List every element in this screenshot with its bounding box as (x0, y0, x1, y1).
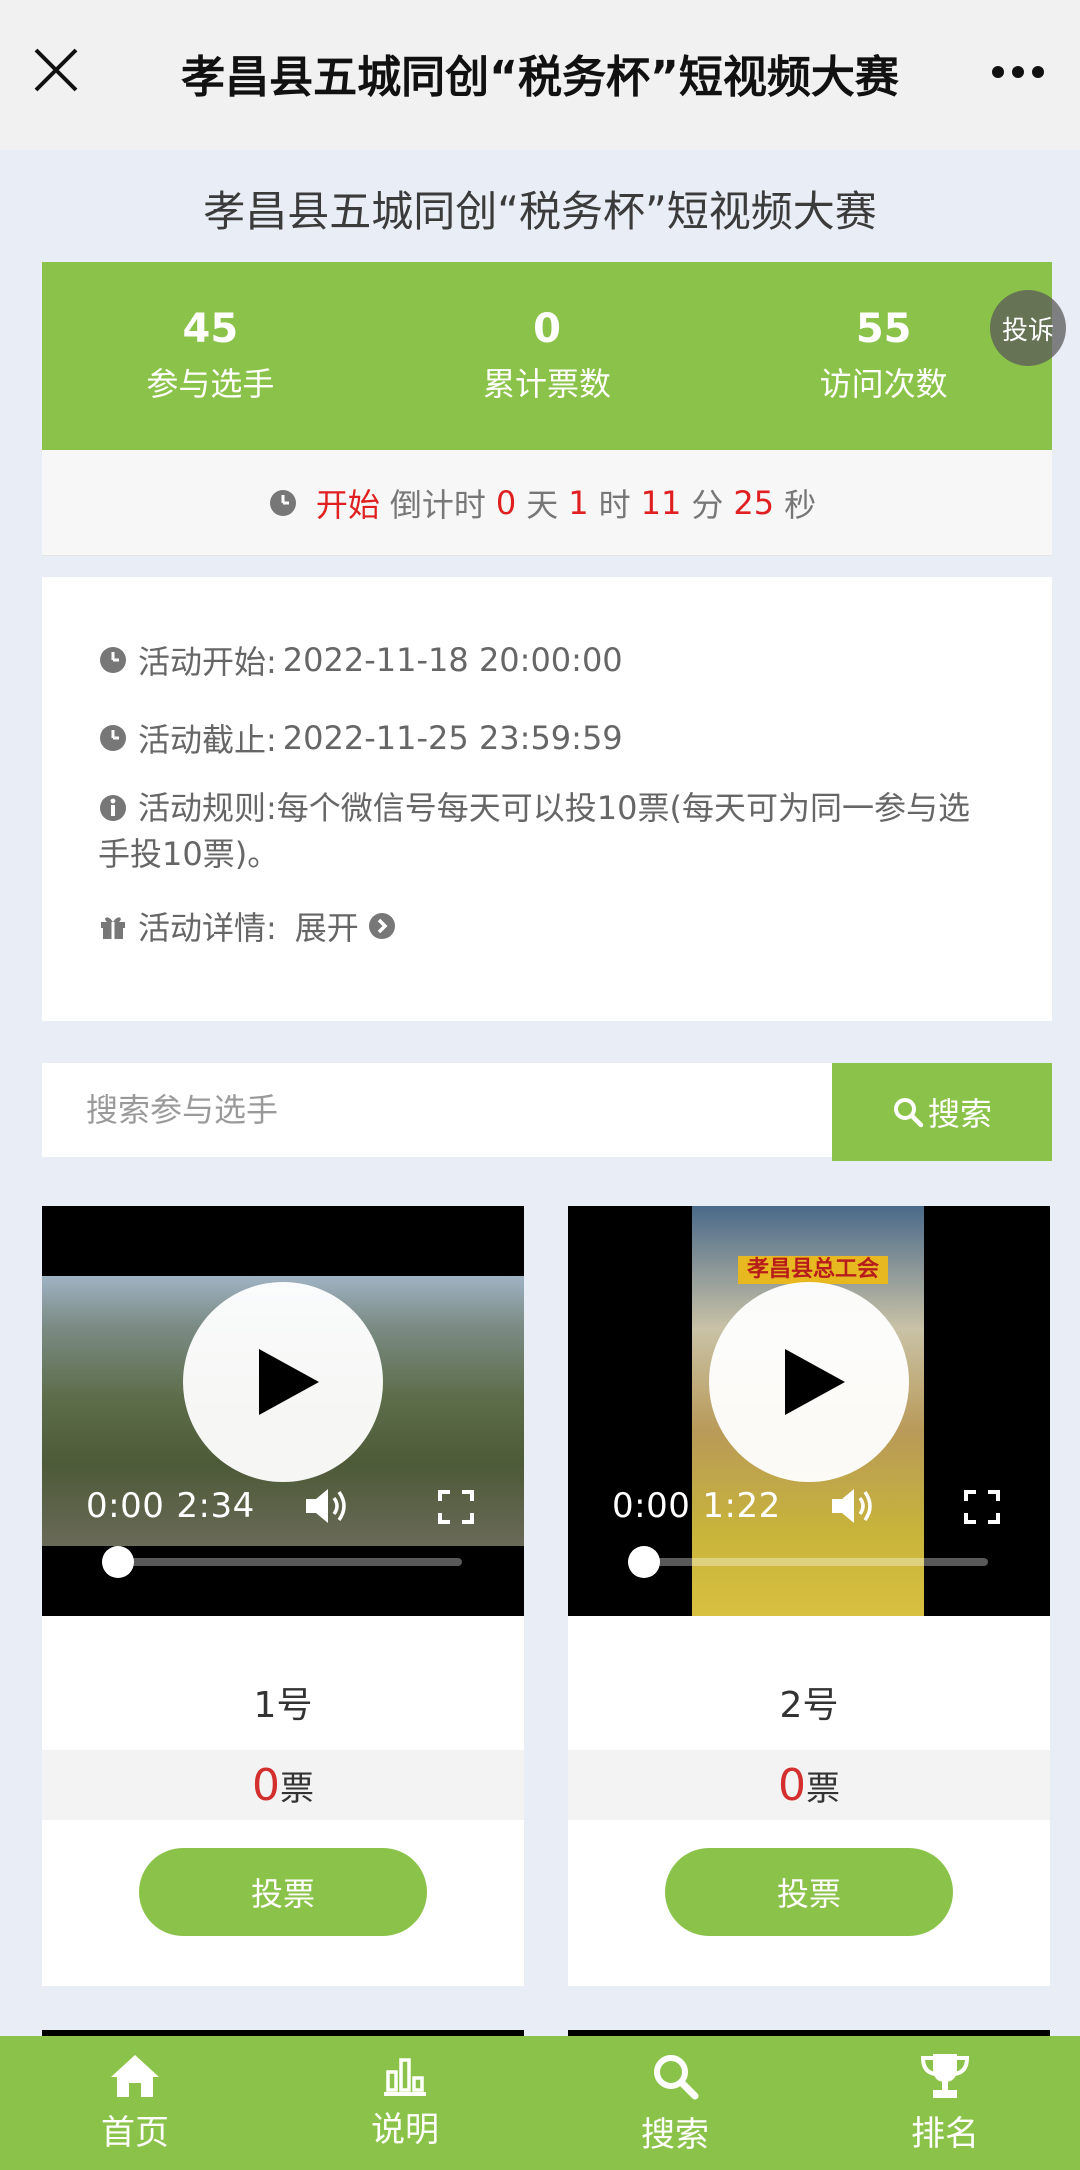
page-title: 孝昌县五城同创“税务杯”短视频大赛 (203, 187, 877, 236)
expand-details-link[interactable]: 展开 (295, 903, 407, 949)
info-icon (100, 795, 126, 821)
video-duration: 1:22 (702, 1486, 781, 1526)
stat-total-votes-label: 累计票数 (483, 365, 612, 403)
activity-info-card: 活动开始: 2022-11-18 20:00:00 活动截止: 2022-11-… (42, 577, 1052, 1021)
activity-start-label: 活动开始: (138, 643, 277, 681)
tab-search[interactable]: 搜索 (540, 2036, 810, 2170)
entry-votes: 0票 (568, 1750, 1050, 1820)
activity-rule-row: 活动规则:每个微信号每天可以投10票(每天可为同一参与选手投10票)。 (98, 785, 996, 877)
activity-rule-label: 活动规则: (138, 789, 277, 827)
countdown-status: 开始 (315, 485, 380, 524)
stat-participants: 45 参与选手 (42, 262, 379, 450)
clock-icon (100, 725, 126, 751)
play-icon (259, 1349, 319, 1415)
activity-end-row: 活动截止: 2022-11-25 23:59:59 (98, 699, 996, 777)
close-icon[interactable] (30, 44, 82, 96)
volume-icon[interactable] (830, 1486, 874, 1526)
video-controls: 0:00 2:34 (42, 1476, 524, 1536)
top-nav-bar: 孝昌县五城同创“税务杯”短视频大赛 (0, 0, 1080, 150)
countdown-prefix: 倒计时 (389, 485, 486, 524)
vote-button[interactable]: 投票 (665, 1848, 953, 1936)
entry-vote-unit: 票 (806, 1768, 840, 1809)
nav-title: 孝昌县五城同创“税务杯”短视频大赛 (181, 52, 899, 103)
progress-knob[interactable] (628, 1546, 660, 1578)
countdown-seconds: 25 (733, 483, 775, 522)
countdown-seconds-unit: 秒 (784, 485, 817, 524)
countdown-days: 0 (495, 483, 517, 522)
chevron-right-circle-icon (368, 913, 395, 939)
video-current-time: 0:00 (612, 1486, 691, 1526)
complaint-button[interactable]: 投诉 (990, 290, 1066, 366)
activity-start-row: 活动开始: 2022-11-18 20:00:00 (98, 621, 996, 699)
clock-icon (100, 647, 126, 673)
entry-votes: 0票 (42, 1750, 524, 1820)
stat-visits-label: 访问次数 (819, 365, 948, 403)
stat-participants-label: 参与选手 (146, 365, 275, 403)
stat-participants-value: 45 (182, 306, 239, 352)
video-duration: 2:34 (176, 1486, 255, 1526)
stat-total-votes: 0 累计票数 (379, 262, 716, 450)
entry-name: 2号 (779, 1685, 839, 1726)
video-current-time: 0:00 (86, 1486, 165, 1526)
gift-icon (101, 917, 125, 939)
fullscreen-icon[interactable] (438, 1490, 474, 1524)
entry-card: 孝昌县总工会 0:00 1:22 2号 0票 投票 (568, 1206, 1050, 1986)
activity-detail-label: 活动详情: (138, 909, 277, 947)
activity-end-label: 活动截止: (138, 721, 277, 759)
search-button[interactable]: 搜索 (832, 1063, 1052, 1161)
tab-home[interactable]: 首页 (0, 2036, 270, 2170)
progress-knob[interactable] (102, 1546, 134, 1578)
volume-icon[interactable] (304, 1486, 348, 1526)
countdown-hours: 1 (568, 483, 589, 522)
entry-card: 0:00 2:34 1号 0票 投票 (42, 1206, 524, 1986)
trophy-icon (920, 2053, 970, 2098)
video-progress-bar[interactable] (628, 1546, 988, 1578)
play-button[interactable] (183, 1282, 383, 1482)
play-icon (785, 1349, 845, 1415)
expand-label: 展开 (294, 909, 359, 947)
play-button[interactable] (709, 1282, 909, 1482)
stats-panel: 45 参与选手 0 累计票数 55 访问次数 (42, 262, 1052, 450)
tab-home-label: 首页 (101, 2112, 169, 2153)
bar-chart-icon (384, 2057, 426, 2096)
countdown-bar: 开始 倒计时 0 天 1 时 11 分 25 秒 (42, 450, 1052, 556)
activity-end-value: 2022-11-25 23:59:59 (282, 719, 623, 757)
search-bar: 搜索 (42, 1063, 1052, 1161)
search-icon (893, 1098, 924, 1128)
fullscreen-icon[interactable] (964, 1490, 1000, 1524)
entry-vote-unit: 票 (280, 1768, 314, 1809)
search-button-label: 搜索 (927, 1095, 992, 1133)
more-options-icon[interactable] (990, 64, 1046, 80)
entry-vote-count: 0 (778, 1759, 806, 1811)
countdown-days-unit: 天 (526, 485, 559, 524)
countdown-minutes-unit: 分 (691, 485, 724, 524)
search-input[interactable] (42, 1063, 832, 1157)
entry-vote-count: 0 (252, 1759, 280, 1811)
video-controls: 0:00 1:22 (568, 1476, 1050, 1536)
tab-instructions-label: 说明 (371, 2109, 439, 2150)
stat-total-votes-value: 0 (533, 306, 561, 352)
video-thumbnail-banner: 孝昌县总工会 (738, 1256, 888, 1284)
search-icon (654, 2054, 699, 2099)
activity-start-value: 2022-11-18 20:00:00 (282, 641, 623, 679)
activity-detail-row: 活动详情: 展开 (98, 887, 996, 965)
entry-name: 1号 (253, 1685, 313, 1726)
tab-ranking[interactable]: 排名 (810, 2036, 1080, 2170)
countdown-hours-unit: 时 (598, 485, 631, 524)
tab-search-label: 搜索 (641, 2114, 709, 2155)
tab-ranking-label: 排名 (911, 2113, 979, 2154)
home-icon (111, 2054, 159, 2097)
clock-icon (269, 489, 296, 516)
vote-button[interactable]: 投票 (139, 1848, 427, 1936)
bottom-tab-bar: 首页 说明 搜索 排名 (0, 2036, 1080, 2170)
video-player[interactable]: 孝昌县总工会 0:00 1:22 (568, 1206, 1050, 1616)
video-progress-bar[interactable] (102, 1546, 462, 1578)
tab-instructions[interactable]: 说明 (270, 2036, 540, 2170)
countdown-minutes: 11 (640, 483, 682, 522)
stat-visits-value: 55 (855, 306, 912, 352)
video-player[interactable]: 0:00 2:34 (42, 1206, 524, 1616)
